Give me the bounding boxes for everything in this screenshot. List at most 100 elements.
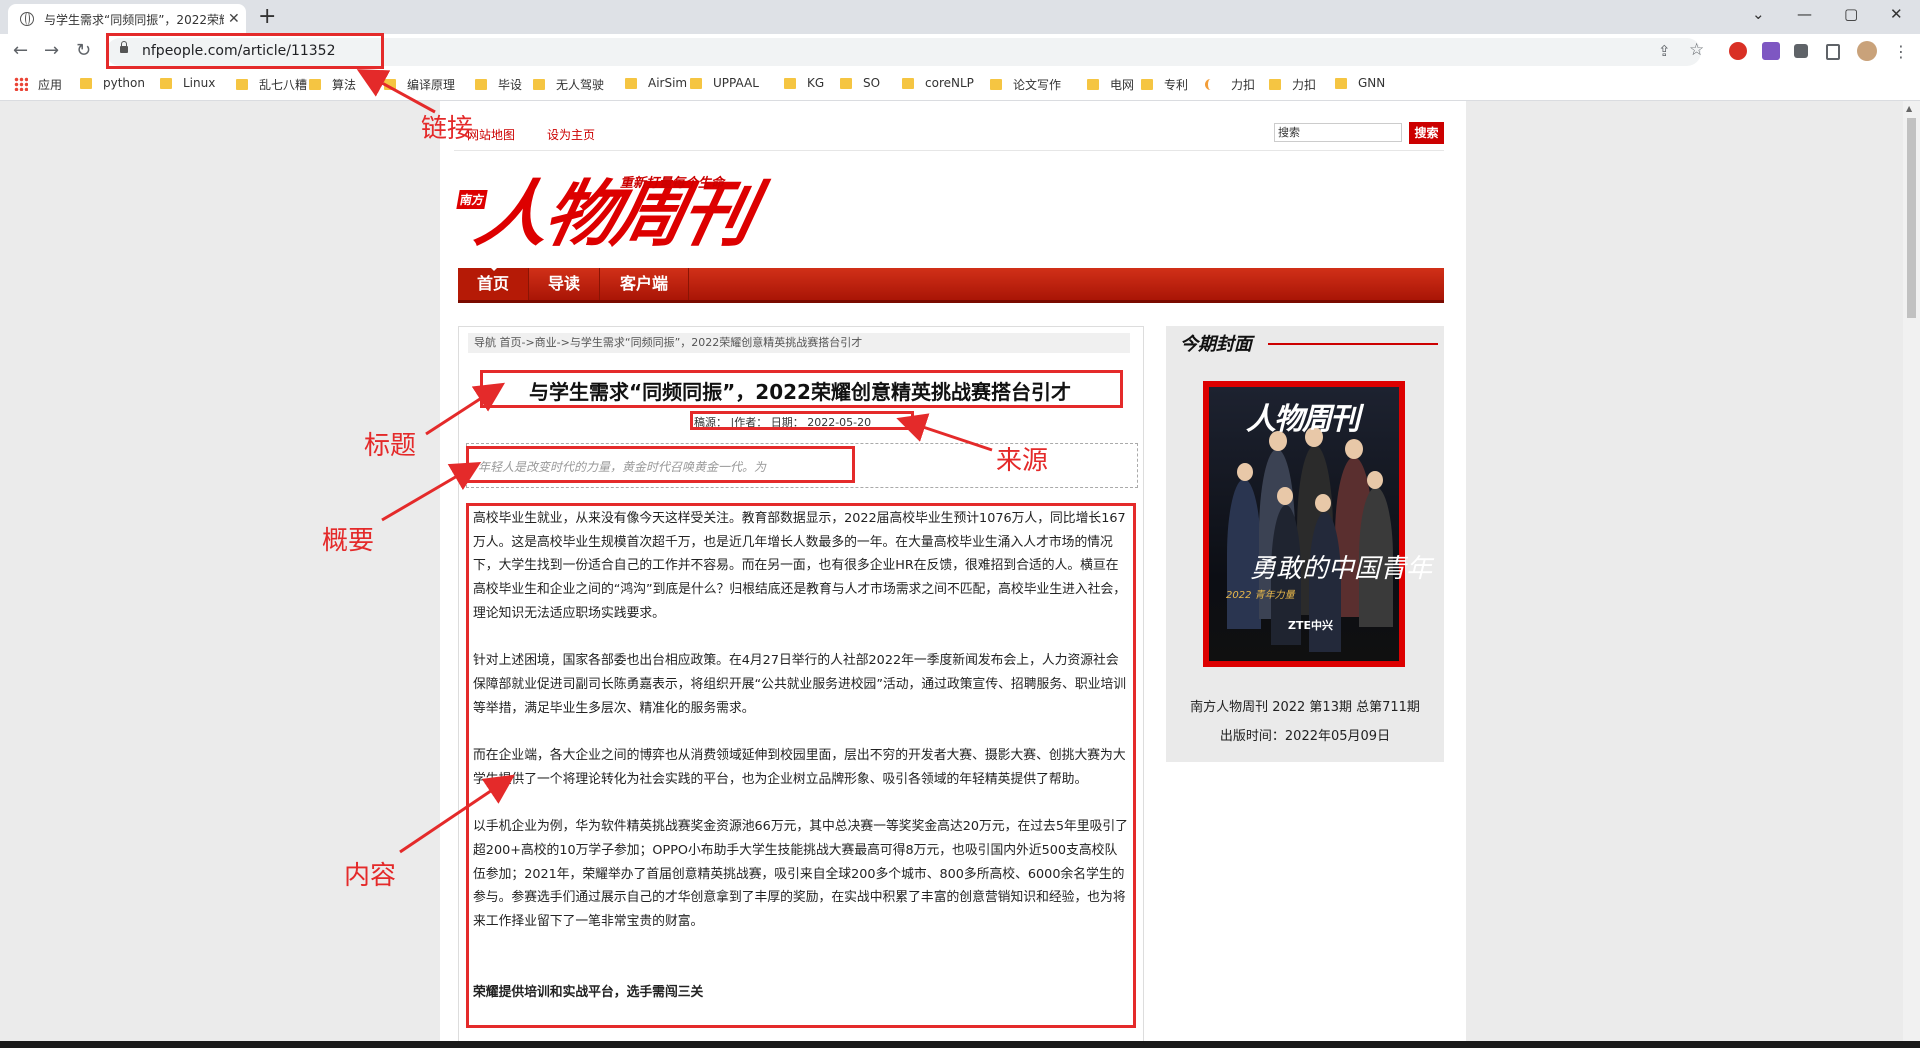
folder-icon: [236, 79, 248, 90]
title-highlight-box: [480, 370, 1123, 408]
folder-icon: [690, 77, 702, 89]
bookmark-label: GNN: [1358, 76, 1386, 90]
annotation-link: 链接: [421, 114, 474, 144]
bookmark-label: SO: [863, 76, 881, 90]
bookmark-label: 应用: [38, 78, 63, 92]
folder-icon: [309, 79, 321, 90]
sidebar-title: 今期封面: [1180, 334, 1252, 355]
bookmark-label: 乱七八糟: [259, 78, 308, 92]
profile-avatar[interactable]: [1857, 41, 1877, 61]
extension-adblock-icon[interactable]: [1729, 42, 1747, 60]
cover-brand: ZTE中兴: [1288, 619, 1333, 632]
bookmark-label: 力扣: [1231, 78, 1256, 92]
cover-headline: 勇敢的中国青年: [1250, 554, 1433, 584]
bookmark-item[interactable]: SO: [840, 76, 880, 90]
bookmark-star-icon[interactable]: ☆: [1689, 40, 1704, 60]
bookmark-item[interactable]: UPPAAL: [690, 76, 759, 90]
bookmark-label: 论文写作: [1013, 78, 1062, 92]
bookmark-item[interactable]: AirSim: [625, 76, 687, 90]
site-search-input[interactable]: 搜索: [1274, 123, 1402, 142]
nav-active-caret: [488, 265, 500, 271]
apps-grid-icon[interactable]: [14, 77, 28, 91]
back-button[interactable]: ←: [13, 41, 28, 61]
issue-line[interactable]: 南方人物周刊 2022 第13期 总第711期: [1166, 696, 1444, 715]
folder-icon: [160, 77, 172, 89]
more-menu-icon[interactable]: ⋮: [1893, 42, 1909, 61]
annotation-source: 来源: [996, 446, 1049, 476]
scroll-up-arrow[interactable]: ▲: [1906, 104, 1912, 113]
close-window-button[interactable]: ✕: [1890, 4, 1903, 24]
tab-search-icon[interactable]: ⌄: [1752, 4, 1765, 24]
forward-button[interactable]: →: [44, 41, 59, 61]
bookmark-label: 毕设: [498, 78, 523, 92]
sitemap-link[interactable]: 网站地图: [467, 126, 515, 143]
new-tab-button[interactable]: +: [258, 5, 276, 29]
bookmark-item[interactable]: GNN: [1335, 76, 1385, 90]
bookmark-label: coreNLP: [925, 76, 974, 90]
bookmark-item[interactable]: python: [80, 76, 145, 90]
bookmark-item[interactable]: Linux: [160, 76, 215, 90]
folder-icon: [384, 79, 396, 90]
bookmark-label: KG: [807, 76, 825, 90]
bookmark-label: 编译原理: [407, 78, 456, 92]
bookmark-item[interactable]: 编译原理: [384, 76, 455, 93]
publish-date: 出版时间：2022年05月09日: [1219, 729, 1391, 744]
bookmark-item[interactable]: 算法: [309, 76, 356, 93]
nav-guide[interactable]: 导读: [529, 268, 600, 300]
side-panel-icon[interactable]: [1826, 44, 1840, 60]
maximize-button[interactable]: ▢: [1844, 4, 1858, 24]
globe-icon: [20, 12, 34, 26]
share-icon[interactable]: ⇪: [1658, 42, 1671, 60]
tab-title: 与学生需求“同频同振”，2022荣耀: [44, 12, 224, 27]
bookmark-item[interactable]: 专利: [1141, 76, 1188, 93]
bookmark-label: AirSim: [648, 76, 688, 90]
content-highlight-box: [466, 503, 1136, 1028]
tab-strip: [0, 0, 1920, 34]
bookmark-label: 专利: [1164, 78, 1189, 92]
folder-icon: [1087, 79, 1099, 90]
folder-icon: [784, 77, 796, 89]
scroll-thumb[interactable]: [1907, 118, 1916, 318]
bookmark-label: 算法: [332, 78, 357, 92]
set-homepage-link[interactable]: 设为主页: [547, 126, 595, 143]
bookmark-item[interactable]: coreNLP: [902, 76, 974, 90]
bookmark-item[interactable]: 乱七八糟: [236, 76, 307, 93]
folder-icon: [625, 77, 637, 89]
folder-icon: [1269, 79, 1281, 90]
bookmark-label: 无人驾驶: [556, 78, 605, 92]
bookmark-item[interactable]: 毕设: [475, 76, 522, 93]
site-search-button[interactable]: 搜索: [1409, 122, 1444, 144]
bookmark-apps[interactable]: 应用: [38, 76, 62, 93]
browser-tab[interactable]: 与学生需求“同频同振”，2022荣耀 ✕: [8, 4, 246, 34]
breadcrumb[interactable]: 导航 首页->商业->与学生需求“同频同振”，2022荣耀创意精英挑战赛搭台引才: [468, 333, 1130, 353]
bookmark-label: 电网: [1110, 78, 1135, 92]
bookmark-item[interactable]: 论文写作: [990, 76, 1061, 93]
bookmark-item[interactable]: KG: [784, 76, 824, 90]
folder-icon: [1335, 77, 1347, 89]
close-tab-icon[interactable]: ✕: [228, 11, 240, 27]
extension-translate-icon[interactable]: [1762, 42, 1780, 60]
folder-icon: [990, 79, 1002, 90]
nav-home[interactable]: 首页: [458, 268, 529, 300]
bookmark-label: UPPAAL: [713, 76, 759, 90]
annotation-content: 内容: [344, 861, 397, 891]
folder-icon: [475, 79, 487, 90]
bookmark-item[interactable]: 无人驾驶: [533, 76, 604, 93]
logo-slogan: 重新打量每个生命: [620, 176, 725, 191]
nav-client[interactable]: 客户端: [600, 268, 689, 300]
bookmark-item[interactable]: 力扣: [1205, 76, 1255, 93]
folder-icon: [840, 77, 852, 89]
source-highlight-box: [690, 411, 914, 430]
header-divider: [454, 150, 1444, 151]
folder-icon: [1141, 79, 1153, 90]
minimize-button[interactable]: —: [1797, 4, 1812, 24]
folder-icon: [902, 77, 914, 89]
bookmark-label: python: [103, 76, 145, 90]
folder-icon: [80, 77, 92, 89]
link-highlight-box: [106, 33, 384, 69]
extensions-puzzle-icon[interactable]: [1794, 44, 1808, 58]
bookmark-item[interactable]: 力扣: [1269, 76, 1316, 93]
bookmark-label: Linux: [183, 76, 216, 90]
bookmark-item[interactable]: 电网: [1087, 76, 1134, 93]
reload-button[interactable]: ↻: [76, 41, 91, 61]
